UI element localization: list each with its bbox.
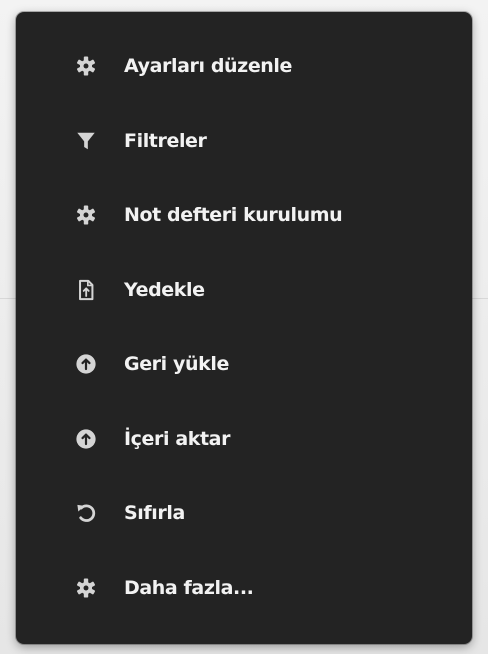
menu-list: Ayarları düzenle Filtreler Not defteri k… [16,12,472,625]
menu-item-label: Filtreler [124,129,207,152]
upload-circle-icon [73,351,99,377]
menu-item-label: İçeri aktar [124,427,231,450]
menu-item-backup[interactable]: Yedekle [16,253,472,328]
undo-icon [73,500,99,526]
menu-item-label: Yedekle [124,278,205,301]
gear-icon [73,202,99,228]
options-dropdown-menu: Ayarları düzenle Filtreler Not defteri k… [16,12,472,644]
menu-item-filters[interactable]: Filtreler [16,104,472,179]
menu-item-more[interactable]: Daha fazla... [16,551,472,626]
filter-icon [73,128,99,154]
file-export-icon [73,277,99,303]
menu-item-label: Geri yükle [124,353,229,376]
gear-icon [73,575,99,601]
menu-item-edit-settings[interactable]: Ayarları düzenle [16,29,472,104]
menu-item-restore[interactable]: Geri yükle [16,327,472,402]
upload-circle-icon [73,426,99,452]
menu-item-label: Sıfırla [124,502,185,525]
menu-item-notebook-setup[interactable]: Not defteri kurulumu [16,178,472,253]
menu-item-reset[interactable]: Sıfırla [16,476,472,551]
menu-item-label: Ayarları düzenle [124,55,293,78]
menu-item-import[interactable]: İçeri aktar [16,402,472,477]
menu-item-label: Not defteri kurulumu [124,204,343,227]
gear-icon [73,53,99,79]
menu-item-label: Daha fazla... [124,576,254,599]
